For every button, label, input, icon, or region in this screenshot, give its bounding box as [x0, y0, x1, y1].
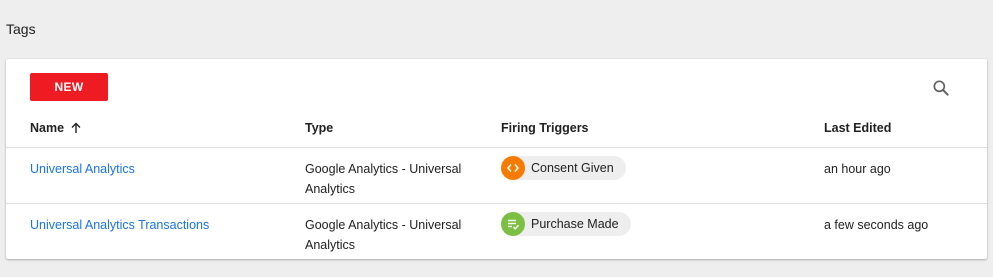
trigger-chip[interactable]: Purchase Made	[501, 212, 631, 236]
table-row[interactable]: Universal Analytics Google Analytics - U…	[6, 148, 987, 204]
tag-name-link[interactable]: Universal Analytics Transactions	[30, 218, 209, 232]
page-title: Tags	[6, 21, 36, 37]
table-header: Name Type Firing Triggers Last Edited	[6, 115, 987, 148]
arrow-up-icon	[70, 122, 82, 134]
search-button[interactable]	[928, 75, 954, 101]
tag-name-link[interactable]: Universal Analytics	[30, 162, 135, 176]
column-header-firing-triggers[interactable]: Firing Triggers	[501, 121, 589, 135]
last-edited: a few seconds ago	[824, 218, 929, 232]
tag-type: Google Analytics - Universal Analytics	[305, 162, 462, 196]
checklist-icon	[501, 212, 525, 236]
column-header-type[interactable]: Type	[305, 121, 333, 135]
trigger-label: Consent Given	[531, 161, 614, 175]
code-icon	[501, 156, 525, 180]
new-tag-button[interactable]: NEW	[30, 73, 108, 101]
search-icon	[931, 78, 951, 98]
column-header-last-edited[interactable]: Last Edited	[824, 121, 891, 135]
table-row[interactable]: Universal Analytics Transactions Google …	[6, 204, 987, 259]
column-header-name-label: Name	[30, 121, 65, 135]
column-header-name[interactable]: Name	[30, 121, 82, 135]
trigger-label: Purchase Made	[531, 217, 619, 231]
trigger-chip[interactable]: Consent Given	[501, 156, 626, 180]
tags-card: NEW Name Type Firing Triggers Last Edite…	[6, 59, 987, 259]
tag-type: Google Analytics - Universal Analytics	[305, 218, 462, 252]
last-edited: an hour ago	[824, 162, 891, 176]
